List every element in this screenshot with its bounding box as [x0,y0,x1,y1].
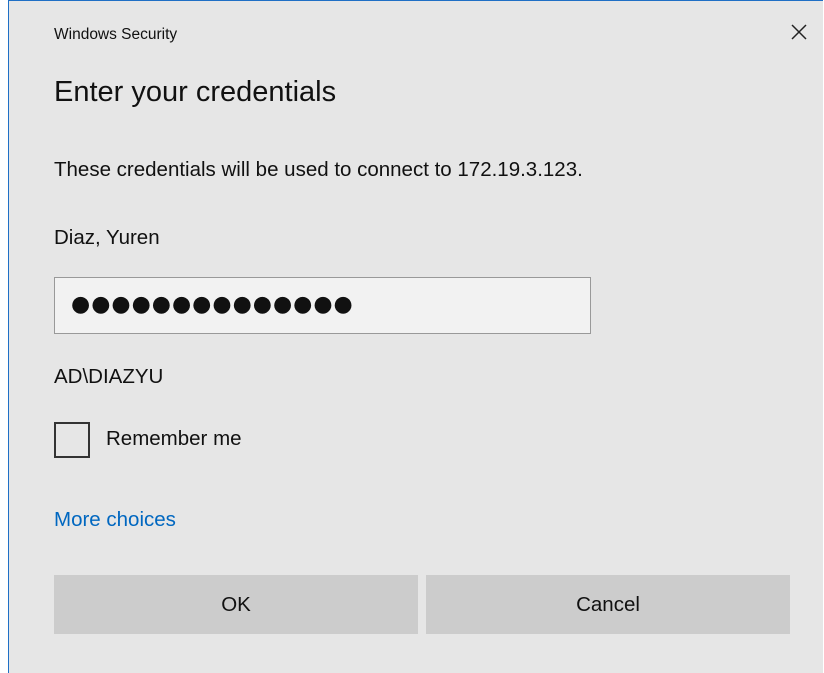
dialog-heading: Enter your credentials [54,76,337,108]
remember-me-option[interactable]: Remember me [54,422,354,458]
title-bar: Windows Security [9,1,824,61]
dialog-description: These credentials will be used to connec… [54,158,583,181]
close-icon [791,24,807,40]
password-value: ●●●●●●●●●●●●●● [71,292,354,317]
remember-me-checkbox[interactable] [54,422,90,458]
more-choices-link[interactable]: More choices [54,508,176,532]
app-title: Windows Security [54,26,178,43]
credentials-dialog: Windows Security Enter your credentials … [8,0,823,673]
username-label: Diaz, Yuren [54,226,160,249]
ok-button[interactable]: OK [54,575,418,634]
cancel-button[interactable]: Cancel [426,575,790,634]
remember-me-label: Remember me [106,427,242,450]
domain-account-label: AD\DIAZYU [54,365,164,388]
close-button[interactable] [788,21,810,43]
password-field[interactable]: ●●●●●●●●●●●●●● [54,277,591,334]
